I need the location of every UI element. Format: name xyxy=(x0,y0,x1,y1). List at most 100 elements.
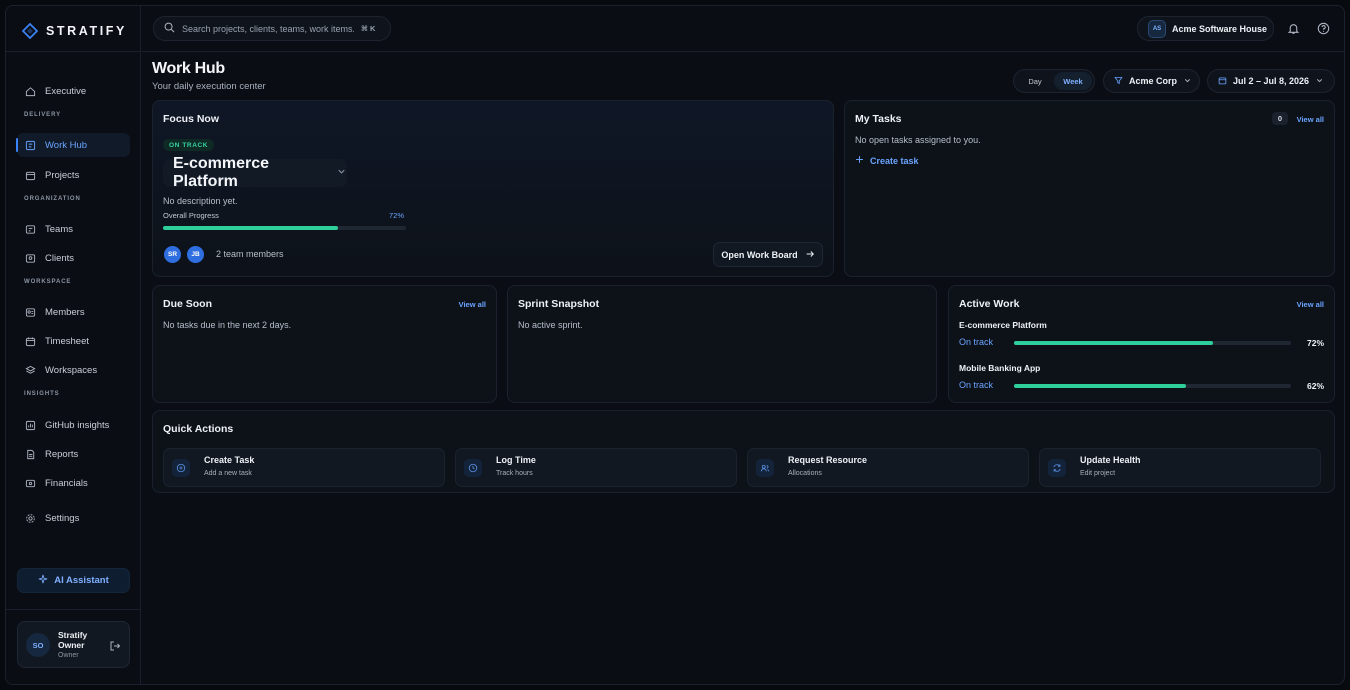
divider xyxy=(6,51,141,52)
active-project-percent: 62% xyxy=(1306,381,1324,391)
report-icon xyxy=(24,448,36,460)
user-card[interactable]: SO Stratify Owner Owner xyxy=(17,621,130,668)
focus-description: No description yet. xyxy=(163,196,238,206)
sidebar-item-label: Projects xyxy=(45,169,80,181)
sidebar-item-work-hub[interactable]: Work Hub xyxy=(16,133,130,157)
task-count-badge: 0 xyxy=(1272,112,1288,125)
avatar[interactable]: JB xyxy=(186,245,205,264)
progress-bar-fill xyxy=(1014,341,1214,345)
github-icon xyxy=(24,419,36,431)
global-search[interactable]: ⌘ K xyxy=(153,16,391,41)
teams-icon xyxy=(24,223,36,235)
avatar[interactable]: SR xyxy=(163,245,182,264)
card-title: Focus Now xyxy=(163,113,220,125)
quick-action-create-task[interactable]: Create Task Add a new task xyxy=(163,448,445,487)
view-all-link[interactable]: View all xyxy=(1297,115,1324,124)
sidebar-item-label: Reports xyxy=(45,448,79,460)
clock-icon xyxy=(464,459,482,477)
date-range-value: Jul 2 – Jul 8, 2026 xyxy=(1233,76,1310,86)
sidebar-item-github-insights[interactable]: GitHub insights xyxy=(17,413,130,437)
home-icon xyxy=(24,85,36,97)
empty-state-text: No tasks due in the next 2 days. xyxy=(163,320,292,330)
logout-icon[interactable] xyxy=(109,639,121,657)
sidebar-item-label: Executive xyxy=(45,85,87,97)
brand-name: STRATIFY xyxy=(46,24,127,38)
bell-icon[interactable] xyxy=(1287,22,1300,35)
sidebar-item-reports[interactable]: Reports xyxy=(17,442,130,466)
plus-icon xyxy=(855,155,864,166)
range-week-button[interactable]: Week xyxy=(1054,72,1092,90)
folder-icon xyxy=(24,169,36,181)
card-title: Due Soon xyxy=(163,298,212,310)
wallet-icon xyxy=(24,477,36,489)
org-name: Acme Software House xyxy=(1172,23,1268,34)
divider xyxy=(142,51,1344,52)
quick-action-log-time[interactable]: Log Time Track hours xyxy=(455,448,737,487)
sidebar: STRATIFY Executive DELIVERY Work Hub Pro… xyxy=(6,6,141,684)
org-switcher[interactable]: AS Acme Software House xyxy=(1137,16,1274,41)
view-all-link[interactable]: View all xyxy=(1297,300,1324,309)
section-label-insights: INSIGHTS xyxy=(24,391,60,397)
sidebar-item-settings[interactable]: Settings xyxy=(17,506,130,530)
progress-bar xyxy=(163,226,406,230)
quick-action-subtitle: Edit project xyxy=(1080,470,1116,477)
view-all-link[interactable]: View all xyxy=(459,300,486,309)
quick-action-title: Request Resource xyxy=(788,455,868,465)
sidebar-item-executive[interactable]: Executive xyxy=(17,79,130,103)
team-members-count: 2 team members xyxy=(216,249,284,259)
sidebar-item-members[interactable]: Members xyxy=(17,300,130,324)
sidebar-item-label: Timesheet xyxy=(45,335,89,347)
active-project-name[interactable]: E-commerce Platform xyxy=(959,320,1047,330)
sidebar-item-timesheet[interactable]: Timesheet xyxy=(17,329,130,353)
sidebar-item-teams[interactable]: Teams xyxy=(17,217,130,241)
quick-action-title: Update Health xyxy=(1080,455,1141,465)
user-role: Owner xyxy=(58,652,79,659)
sparkle-icon xyxy=(38,574,48,587)
sidebar-item-financials[interactable]: Financials xyxy=(17,471,130,495)
search-input[interactable] xyxy=(182,23,354,34)
focus-project-select[interactable]: E-commerce Platform xyxy=(163,155,347,190)
sidebar-item-clients[interactable]: Clients xyxy=(17,246,130,270)
sidebar-item-label: Workspaces xyxy=(45,364,98,376)
users-icon xyxy=(756,459,774,477)
card-title: My Tasks xyxy=(855,113,902,125)
brand-logo[interactable]: STRATIFY xyxy=(22,22,127,40)
layers-icon xyxy=(24,364,36,376)
page-subtitle: Your daily execution center xyxy=(152,81,266,92)
ai-assistant-button[interactable]: AI Assistant xyxy=(17,568,130,593)
card-title: Active Work xyxy=(959,298,1020,310)
sidebar-item-label: Settings xyxy=(45,512,80,524)
sidebar-item-projects[interactable]: Projects xyxy=(17,163,130,187)
quick-action-title: Create Task xyxy=(204,455,255,465)
section-label-delivery: DELIVERY xyxy=(24,112,61,118)
progress-bar-fill xyxy=(1014,384,1186,388)
progress-bar xyxy=(1014,341,1291,345)
calendar-icon xyxy=(1218,76,1227,87)
active-project-status: On track xyxy=(959,380,994,390)
sidebar-item-workspaces[interactable]: Workspaces xyxy=(17,358,130,382)
empty-state-text: No open tasks assigned to you. xyxy=(855,135,981,145)
filter-icon xyxy=(1114,76,1123,87)
range-day-button[interactable]: Day xyxy=(1016,72,1054,90)
active-project-name[interactable]: Mobile Banking App xyxy=(959,363,1040,373)
status-badge: ON TRACK xyxy=(163,139,215,151)
due-soon-card: Due Soon View all No tasks due in the ne… xyxy=(152,285,497,403)
focus-now-card: Focus Now ON TRACK E-commerce Platform N… xyxy=(152,100,834,277)
progress-percent: 72% xyxy=(389,211,405,220)
stratify-logo-icon xyxy=(22,23,38,39)
quick-action-request-resource[interactable]: Request Resource Allocations xyxy=(747,448,1029,487)
avatar: SO xyxy=(26,633,50,657)
search-icon xyxy=(164,20,175,38)
my-tasks-card: My Tasks 0 View all No open tasks assign… xyxy=(844,100,1335,277)
quick-actions-card: Quick Actions Create Task Add a new task… xyxy=(152,410,1335,493)
progress-label: Overall Progress xyxy=(163,211,219,220)
chevron-down-icon xyxy=(1183,76,1192,87)
progress-bar-fill xyxy=(163,226,338,230)
create-task-link[interactable]: Create task xyxy=(855,155,919,166)
quick-action-update-health[interactable]: Update Health Edit project xyxy=(1039,448,1321,487)
help-icon[interactable] xyxy=(1317,22,1330,35)
client-filter-dropdown[interactable]: Acme Corp xyxy=(1103,69,1200,93)
date-range-picker[interactable]: Jul 2 – Jul 8, 2026 xyxy=(1207,69,1335,93)
ai-assistant-label: AI Assistant xyxy=(54,575,109,586)
open-work-board-button[interactable]: Open Work Board xyxy=(713,242,823,267)
